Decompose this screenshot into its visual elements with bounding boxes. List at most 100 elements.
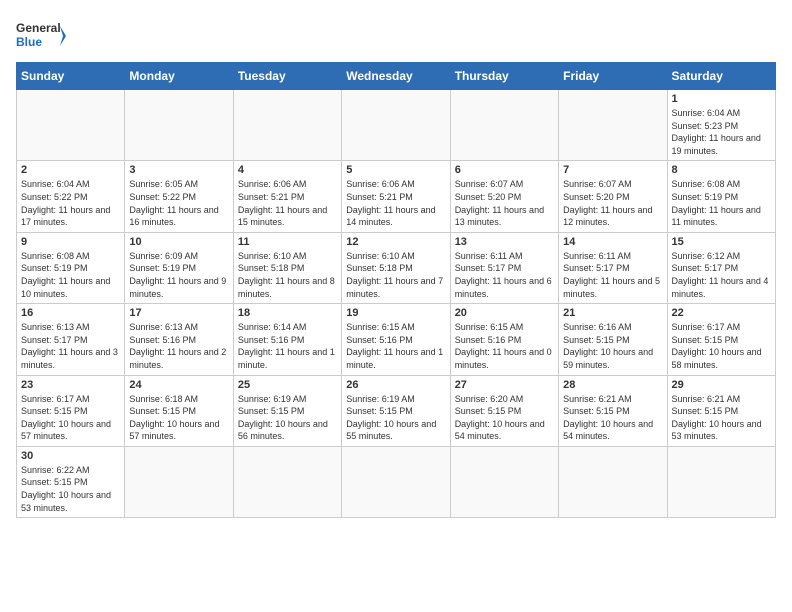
calendar-cell-4-6: 21 Sunrise: 6:16 AM Sunset: 5:15 PM Dayli…: [559, 304, 667, 375]
day-info: Sunrise: 6:21 AM Sunset: 5:15 PM Dayligh…: [672, 393, 771, 443]
day-info: Sunrise: 6:10 AM Sunset: 5:18 PM Dayligh…: [346, 250, 445, 300]
weekday-header-sunday: Sunday: [17, 63, 125, 90]
calendar-cell-3-3: 11 Sunrise: 6:10 AM Sunset: 5:18 PM Dayli…: [233, 232, 341, 303]
day-number: 12: [346, 236, 445, 248]
calendar-cell-2-2: 3 Sunrise: 6:05 AM Sunset: 5:22 PM Daylig…: [125, 161, 233, 232]
day-number: 13: [455, 236, 554, 248]
calendar-cell-4-4: 19 Sunrise: 6:15 AM Sunset: 5:16 PM Dayli…: [342, 304, 450, 375]
day-number: 30: [21, 450, 120, 462]
calendar-cell-2-3: 4 Sunrise: 6:06 AM Sunset: 5:21 PM Daylig…: [233, 161, 341, 232]
calendar-cell-3-2: 10 Sunrise: 6:09 AM Sunset: 5:19 PM Dayli…: [125, 232, 233, 303]
calendar-cell-2-6: 7Sunrise: 6:07 AM Sunset: 5:20 PM Daylig…: [559, 161, 667, 232]
day-info: Sunrise: 6:19 AM Sunset: 5:15 PM Dayligh…: [346, 393, 445, 443]
day-info: Sunrise: 6:11 AM Sunset: 5:17 PM Dayligh…: [455, 250, 554, 300]
day-info: Sunrise: 6:18 AM Sunset: 5:15 PM Dayligh…: [129, 393, 228, 443]
day-number: 11: [238, 236, 337, 248]
calendar-header: SundayMondayTuesdayWednesdayThursdayFrid…: [17, 63, 776, 90]
day-info: Sunrise: 6:06 AM Sunset: 5:21 PM Dayligh…: [346, 178, 445, 228]
calendar-cell-6-6: [559, 446, 667, 517]
weekday-header-friday: Friday: [559, 63, 667, 90]
calendar-cell-6-2: [125, 446, 233, 517]
calendar-cell-5-7: 29 Sunrise: 6:21 AM Sunset: 5:15 PM Dayli…: [667, 375, 775, 446]
day-number: 4: [238, 164, 337, 176]
day-number: 20: [455, 307, 554, 319]
day-number: 5: [346, 164, 445, 176]
day-info: Sunrise: 6:05 AM Sunset: 5:22 PM Dayligh…: [129, 178, 228, 228]
calendar-week-1: 1 Sunrise: 6:04 AM Sunset: 5:23 PM Daylig…: [17, 90, 776, 161]
calendar-cell-5-4: 26 Sunrise: 6:19 AM Sunset: 5:15 PM Dayli…: [342, 375, 450, 446]
day-number: 19: [346, 307, 445, 319]
calendar-cell-4-2: 17 Sunrise: 6:13 AM Sunset: 5:16 PM Dayli…: [125, 304, 233, 375]
day-info: Sunrise: 6:08 AM Sunset: 5:19 PM Dayligh…: [21, 250, 120, 300]
day-number: 22: [672, 307, 771, 319]
day-info: Sunrise: 6:04 AM Sunset: 5:22 PM Dayligh…: [21, 178, 120, 228]
day-number: 21: [563, 307, 662, 319]
day-info: Sunrise: 6:10 AM Sunset: 5:18 PM Dayligh…: [238, 250, 337, 300]
calendar-cell-3-5: 13 Sunrise: 6:11 AM Sunset: 5:17 PM Dayli…: [450, 232, 558, 303]
calendar-week-6: 30Sunrise: 6:22 AM Sunset: 5:15 PM Dayli…: [17, 446, 776, 517]
day-number: 26: [346, 379, 445, 391]
weekday-header-saturday: Saturday: [667, 63, 775, 90]
calendar-cell-3-6: 14Sunrise: 6:11 AM Sunset: 5:17 PM Dayli…: [559, 232, 667, 303]
calendar-cell-1-3: [233, 90, 341, 161]
calendar-cell-5-5: 27 Sunrise: 6:20 AM Sunset: 5:15 PM Dayli…: [450, 375, 558, 446]
day-info: Sunrise: 6:16 AM Sunset: 5:15 PM Dayligh…: [563, 321, 662, 371]
day-number: 3: [129, 164, 228, 176]
day-number: 18: [238, 307, 337, 319]
day-number: 8: [672, 164, 771, 176]
day-info: Sunrise: 6:07 AM Sunset: 5:20 PM Dayligh…: [455, 178, 554, 228]
day-info: Sunrise: 6:19 AM Sunset: 5:15 PM Dayligh…: [238, 393, 337, 443]
calendar-cell-1-4: [342, 90, 450, 161]
day-info: Sunrise: 6:09 AM Sunset: 5:19 PM Dayligh…: [129, 250, 228, 300]
calendar-cell-6-7: [667, 446, 775, 517]
day-number: 24: [129, 379, 228, 391]
day-info: Sunrise: 6:20 AM Sunset: 5:15 PM Dayligh…: [455, 393, 554, 443]
weekday-header-tuesday: Tuesday: [233, 63, 341, 90]
day-number: 27: [455, 379, 554, 391]
day-info: Sunrise: 6:13 AM Sunset: 5:17 PM Dayligh…: [21, 321, 120, 371]
calendar-cell-2-4: 5 Sunrise: 6:06 AM Sunset: 5:21 PM Daylig…: [342, 161, 450, 232]
calendar-table: SundayMondayTuesdayWednesdayThursdayFrid…: [16, 62, 776, 518]
calendar-cell-3-4: 12 Sunrise: 6:10 AM Sunset: 5:18 PM Dayli…: [342, 232, 450, 303]
header: General Blue: [16, 16, 776, 56]
day-info: Sunrise: 6:15 AM Sunset: 5:16 PM Dayligh…: [346, 321, 445, 371]
day-info: Sunrise: 6:14 AM Sunset: 5:16 PM Dayligh…: [238, 321, 337, 371]
calendar-cell-4-1: 16 Sunrise: 6:13 AM Sunset: 5:17 PM Dayli…: [17, 304, 125, 375]
calendar-cell-1-6: [559, 90, 667, 161]
day-number: 23: [21, 379, 120, 391]
day-number: 10: [129, 236, 228, 248]
calendar-cell-5-6: 28 Sunrise: 6:21 AM Sunset: 5:15 PM Dayli…: [559, 375, 667, 446]
calendar-cell-2-7: 8Sunrise: 6:08 AM Sunset: 5:19 PM Daylig…: [667, 161, 775, 232]
day-info: Sunrise: 6:11 AM Sunset: 5:17 PM Dayligh…: [563, 250, 662, 300]
day-info: Sunrise: 6:17 AM Sunset: 5:15 PM Dayligh…: [21, 393, 120, 443]
weekday-header-wednesday: Wednesday: [342, 63, 450, 90]
calendar-week-2: 2 Sunrise: 6:04 AM Sunset: 5:22 PM Daylig…: [17, 161, 776, 232]
svg-text:General: General: [16, 21, 61, 35]
day-number: 9: [21, 236, 120, 248]
logo: General Blue: [16, 16, 66, 56]
day-number: 29: [672, 379, 771, 391]
calendar-week-5: 23 Sunrise: 6:17 AM Sunset: 5:15 PM Dayli…: [17, 375, 776, 446]
calendar-cell-3-7: 15Sunrise: 6:12 AM Sunset: 5:17 PM Dayli…: [667, 232, 775, 303]
calendar-cell-6-5: [450, 446, 558, 517]
day-number: 1: [672, 93, 771, 105]
day-number: 16: [21, 307, 120, 319]
day-info: Sunrise: 6:21 AM Sunset: 5:15 PM Dayligh…: [563, 393, 662, 443]
day-info: Sunrise: 6:04 AM Sunset: 5:23 PM Dayligh…: [672, 107, 771, 157]
weekday-header-monday: Monday: [125, 63, 233, 90]
day-number: 28: [563, 379, 662, 391]
day-info: Sunrise: 6:06 AM Sunset: 5:21 PM Dayligh…: [238, 178, 337, 228]
calendar-cell-1-5: [450, 90, 558, 161]
day-info: Sunrise: 6:13 AM Sunset: 5:16 PM Dayligh…: [129, 321, 228, 371]
day-number: 2: [21, 164, 120, 176]
calendar-cell-2-1: 2 Sunrise: 6:04 AM Sunset: 5:22 PM Daylig…: [17, 161, 125, 232]
day-number: 7: [563, 164, 662, 176]
weekday-header-thursday: Thursday: [450, 63, 558, 90]
calendar-cell-6-4: [342, 446, 450, 517]
day-number: 15: [672, 236, 771, 248]
calendar-cell-4-7: 22Sunrise: 6:17 AM Sunset: 5:15 PM Dayli…: [667, 304, 775, 375]
calendar-cell-6-3: [233, 446, 341, 517]
calendar-cell-4-5: 20Sunrise: 6:15 AM Sunset: 5:16 PM Dayli…: [450, 304, 558, 375]
day-number: 17: [129, 307, 228, 319]
calendar-cell-4-3: 18 Sunrise: 6:14 AM Sunset: 5:16 PM Dayli…: [233, 304, 341, 375]
